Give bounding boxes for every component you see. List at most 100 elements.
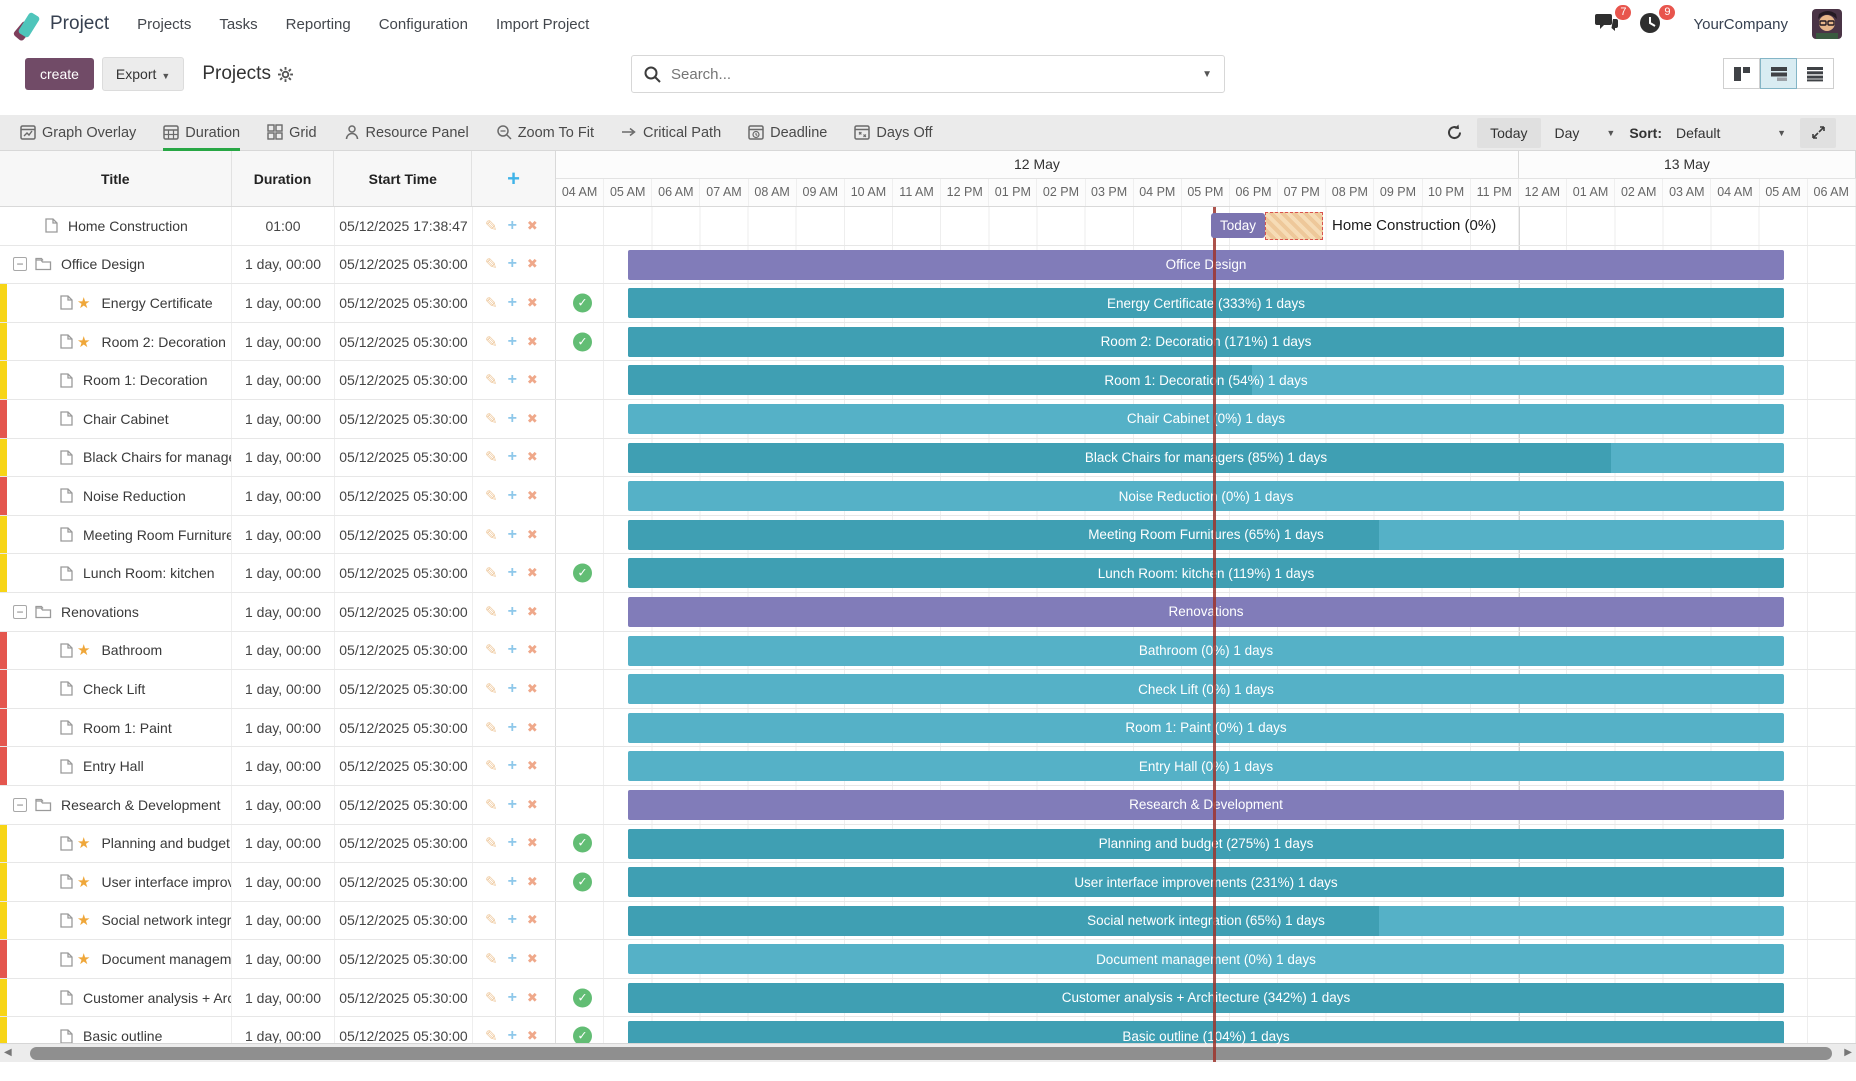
task-title-cell[interactable]: Lunch Room: kitchen [0,554,232,592]
delete-icon[interactable]: ✖ [527,797,538,813]
horizontal-scrollbar[interactable]: ◀ ▶ [0,1043,1856,1062]
edit-icon[interactable]: ✎ [485,796,498,814]
edit-icon[interactable]: ✎ [485,294,498,312]
gantt-view-button[interactable] [1760,58,1797,89]
collapse-icon[interactable]: − [13,605,27,619]
delete-icon[interactable]: ✖ [527,372,538,388]
column-header-start-time[interactable]: Start Time [334,151,472,206]
task-title-cell[interactable]: Room 1: Decoration [0,361,232,399]
edit-icon[interactable]: ✎ [485,834,498,852]
delete-icon[interactable]: ✖ [527,218,538,234]
gantt-bar-task[interactable]: Document management (0%) 1 days [628,944,1784,974]
task-title-cell[interactable]: Room 1: Paint [0,709,232,747]
toolbar-toggle-zoom-to-fit[interactable]: Zoom To Fit [496,115,594,151]
toolbar-toggle-graph-overlay[interactable]: Graph Overlay [20,115,136,151]
edit-icon[interactable]: ✎ [485,526,498,544]
task-title-cell[interactable]: ★Document management [0,940,232,978]
star-icon[interactable]: ★ [77,911,90,929]
collapse-icon[interactable]: − [13,257,27,271]
edit-icon[interactable]: ✎ [485,487,498,505]
search-input[interactable] [671,66,1202,83]
fullscreen-button[interactable] [1800,118,1836,148]
star-icon[interactable]: ★ [77,294,90,312]
add-icon[interactable]: + [508,333,517,351]
delete-icon[interactable]: ✖ [527,874,538,890]
gantt-bar-task[interactable]: Room 1: Paint (0%) 1 days [628,713,1784,743]
task-title-cell[interactable]: ★Bathroom [0,632,232,670]
add-icon[interactable]: + [508,757,517,775]
kanban-view-button[interactable] [1723,58,1760,89]
edit-icon[interactable]: ✎ [485,911,498,929]
task-title-cell[interactable]: −Research & Development [0,786,232,824]
gantt-bar-task[interactable]: Social network integration (65%) 1 days [628,906,1784,936]
add-icon[interactable]: + [508,834,517,852]
add-icon[interactable]: + [508,294,517,312]
add-icon[interactable]: + [508,989,517,1007]
star-icon[interactable]: ★ [77,950,90,968]
add-icon[interactable]: + [508,950,517,968]
gantt-bar-task[interactable]: Energy Certificate (333%) 1 days [628,288,1784,318]
add-icon[interactable]: + [508,526,517,544]
gantt-bar-task[interactable]: Planning and budget (275%) 1 days [628,829,1784,859]
gear-icon[interactable] [278,67,293,82]
edit-icon[interactable]: ✎ [485,603,498,621]
nav-item-reporting[interactable]: Reporting [286,16,351,33]
delete-icon[interactable]: ✖ [527,334,538,350]
refresh-button[interactable] [1446,124,1463,141]
edit-icon[interactable]: ✎ [485,719,498,737]
nav-item-projects[interactable]: Projects [137,16,191,33]
task-title-cell[interactable]: ★Social network integration [0,902,232,940]
delete-icon[interactable]: ✖ [527,720,538,736]
delete-icon[interactable]: ✖ [527,565,538,581]
user-avatar[interactable] [1812,9,1842,39]
edit-icon[interactable]: ✎ [485,217,498,235]
edit-icon[interactable]: ✎ [485,757,498,775]
column-header-title[interactable]: Title [0,151,232,206]
star-icon[interactable]: ★ [77,641,90,659]
gantt-bar-task[interactable]: Room 1: Decoration (54%) 1 days [628,365,1784,395]
add-icon[interactable]: + [508,873,517,891]
today-button[interactable]: Today [1477,118,1540,148]
edit-icon[interactable]: ✎ [485,371,498,389]
gantt-bar-task[interactable]: Check Lift (0%) 1 days [628,674,1784,704]
scrollbar-thumb[interactable] [30,1047,1832,1060]
gantt-bar-task[interactable]: Black Chairs for managers (85%) 1 days [628,443,1784,473]
toolbar-toggle-days-off[interactable]: Days Off [854,115,932,151]
activities-button[interactable]: 9 [1639,12,1665,36]
delete-icon[interactable]: ✖ [527,681,538,697]
gantt-bar-task[interactable]: Lunch Room: kitchen (119%) 1 days [628,558,1784,588]
delete-icon[interactable]: ✖ [527,256,538,272]
edit-icon[interactable]: ✎ [485,989,498,1007]
search-filters-caret-icon[interactable]: ▼ [1202,69,1212,80]
toolbar-toggle-resource-panel[interactable]: Resource Panel [344,115,469,151]
add-icon[interactable]: + [508,487,517,505]
star-icon[interactable]: ★ [77,333,90,351]
gantt-bar-task[interactable]: Chair Cabinet (0%) 1 days [628,404,1784,434]
delete-icon[interactable]: ✖ [527,835,538,851]
add-icon[interactable]: + [508,448,517,466]
add-column-button[interactable]: + [472,151,555,206]
add-icon[interactable]: + [508,255,517,273]
search-bar[interactable]: ▼ [631,55,1225,93]
task-title-cell[interactable]: ★Room 2: Decoration [0,323,232,361]
toolbar-toggle-critical-path[interactable]: Critical Path [621,115,721,151]
toolbar-toggle-duration[interactable]: Duration [163,115,240,151]
task-title-cell[interactable]: Customer analysis + Architecture [0,979,232,1017]
task-title-cell[interactable]: Chair Cabinet [0,400,232,438]
add-icon[interactable]: + [508,217,517,235]
edit-icon[interactable]: ✎ [485,680,498,698]
add-icon[interactable]: + [508,719,517,737]
task-title-cell[interactable]: Check Lift [0,670,232,708]
create-button[interactable]: create [25,58,94,90]
gantt-bar-task[interactable]: Meeting Room Furnitures (65%) 1 days [628,520,1784,550]
task-title-cell[interactable]: ★User interface improvements [0,863,232,901]
gantt-bar-task[interactable]: Entry Hall (0%) 1 days [628,751,1784,781]
messages-button[interactable]: 7 [1595,12,1621,36]
edit-icon[interactable]: ✎ [485,410,498,428]
company-menu[interactable]: YourCompany [1693,16,1788,33]
delete-icon[interactable]: ✖ [527,912,538,928]
delete-icon[interactable]: ✖ [527,758,538,774]
task-title-cell[interactable]: Noise Reduction [0,477,232,515]
star-icon[interactable]: ★ [77,873,90,891]
edit-icon[interactable]: ✎ [485,448,498,466]
